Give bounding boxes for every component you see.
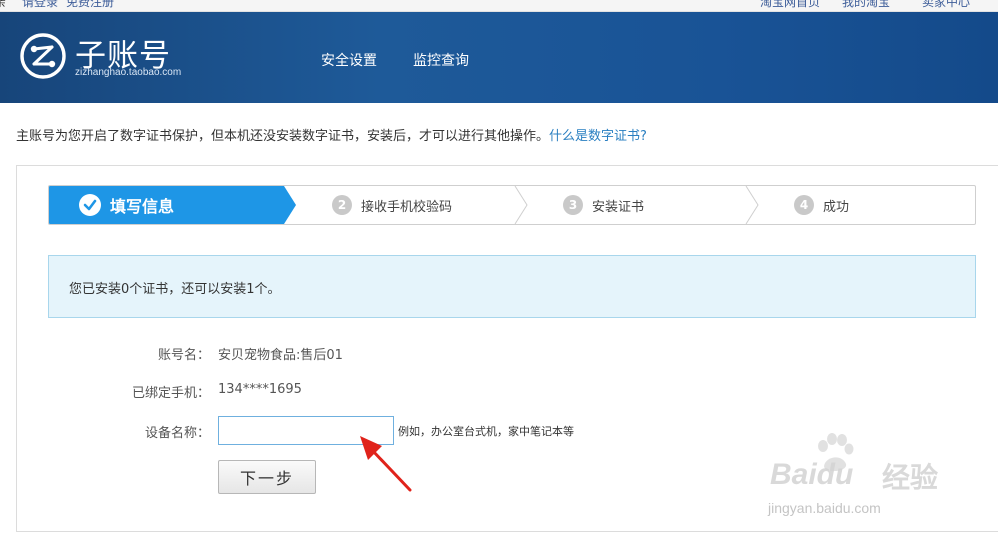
logo-subtitle: zizhanghao.taobao.com	[75, 67, 182, 78]
device-name-hint: 例如，办公室台式机，家中笔记本等	[398, 425, 574, 438]
device-name-label: 设备名称：	[144, 426, 210, 441]
greeting-prefix: 亲	[0, 0, 6, 10]
step-number: 4	[794, 195, 814, 215]
step-number: 2	[332, 195, 352, 215]
certificate-count-info: 您已安装0个证书，还可以安装1个。	[48, 255, 976, 318]
my-taobao-link[interactable]: 我的淘宝	[842, 0, 890, 10]
checkmark-icon	[79, 194, 101, 216]
step-progress-bar: 填写信息 2 接收手机校验码 3 安装证书 4 成功	[48, 185, 976, 225]
step-label: 填写信息	[110, 197, 175, 216]
baidu-watermark: Baidu 经验 jingyan.baidu.com	[762, 432, 998, 532]
step-install-certificate: 3 安装证书	[563, 186, 644, 224]
watermark-brand-cn: 经验	[882, 462, 939, 493]
step-label: 成功	[823, 199, 850, 215]
account-value: 安贝宠物食品:售后01	[218, 348, 343, 363]
watermark-url: jingyan.baidu.com	[768, 500, 881, 516]
what-is-certificate-link[interactable]: 什么是数字证书?	[549, 129, 647, 144]
phone-value: 134****1695	[218, 382, 302, 397]
notice-text: 主账号为您开启了数字证书保护，但本机还没安装数字证书，安装后，才可以进行其他操作…	[16, 129, 550, 144]
certificate-notice: 主账号为您开启了数字证书保护，但本机还没安装数字证书，安装后，才可以进行其他操作…	[16, 125, 647, 144]
step-label: 接收手机校验码	[361, 199, 453, 215]
step-label: 安装证书	[592, 199, 645, 215]
step-fill-info: 填写信息	[79, 186, 174, 224]
watermark-brand: Baidu	[770, 458, 854, 491]
subaccount-logo-icon	[20, 33, 66, 79]
nav-security-settings[interactable]: 安全设置	[321, 50, 377, 70]
account-label: 账号名：	[157, 348, 210, 363]
site-header: 子账号 zizhanghao.taobao.com 安全设置 监控查询	[0, 12, 998, 103]
taobao-home-link[interactable]: 淘宝网首页	[760, 0, 820, 10]
red-pointer-arrow-icon	[360, 436, 412, 492]
phone-label: 已绑定手机：	[131, 386, 210, 401]
step-success: 4 成功	[794, 186, 849, 224]
next-step-button[interactable]: 下一步	[218, 460, 316, 494]
top-utility-bar: 亲 请登录 免费注册 淘宝网首页 我的淘宝 卖家中心	[0, 0, 998, 12]
login-link[interactable]: 请登录	[22, 0, 58, 10]
step-receive-code: 2 接收手机校验码	[332, 186, 452, 224]
nav-monitor-query[interactable]: 监控查询	[413, 50, 469, 70]
seller-center-link[interactable]: 卖家中心	[922, 0, 970, 10]
register-link[interactable]: 免费注册	[66, 0, 114, 10]
step-number: 3	[563, 195, 583, 215]
